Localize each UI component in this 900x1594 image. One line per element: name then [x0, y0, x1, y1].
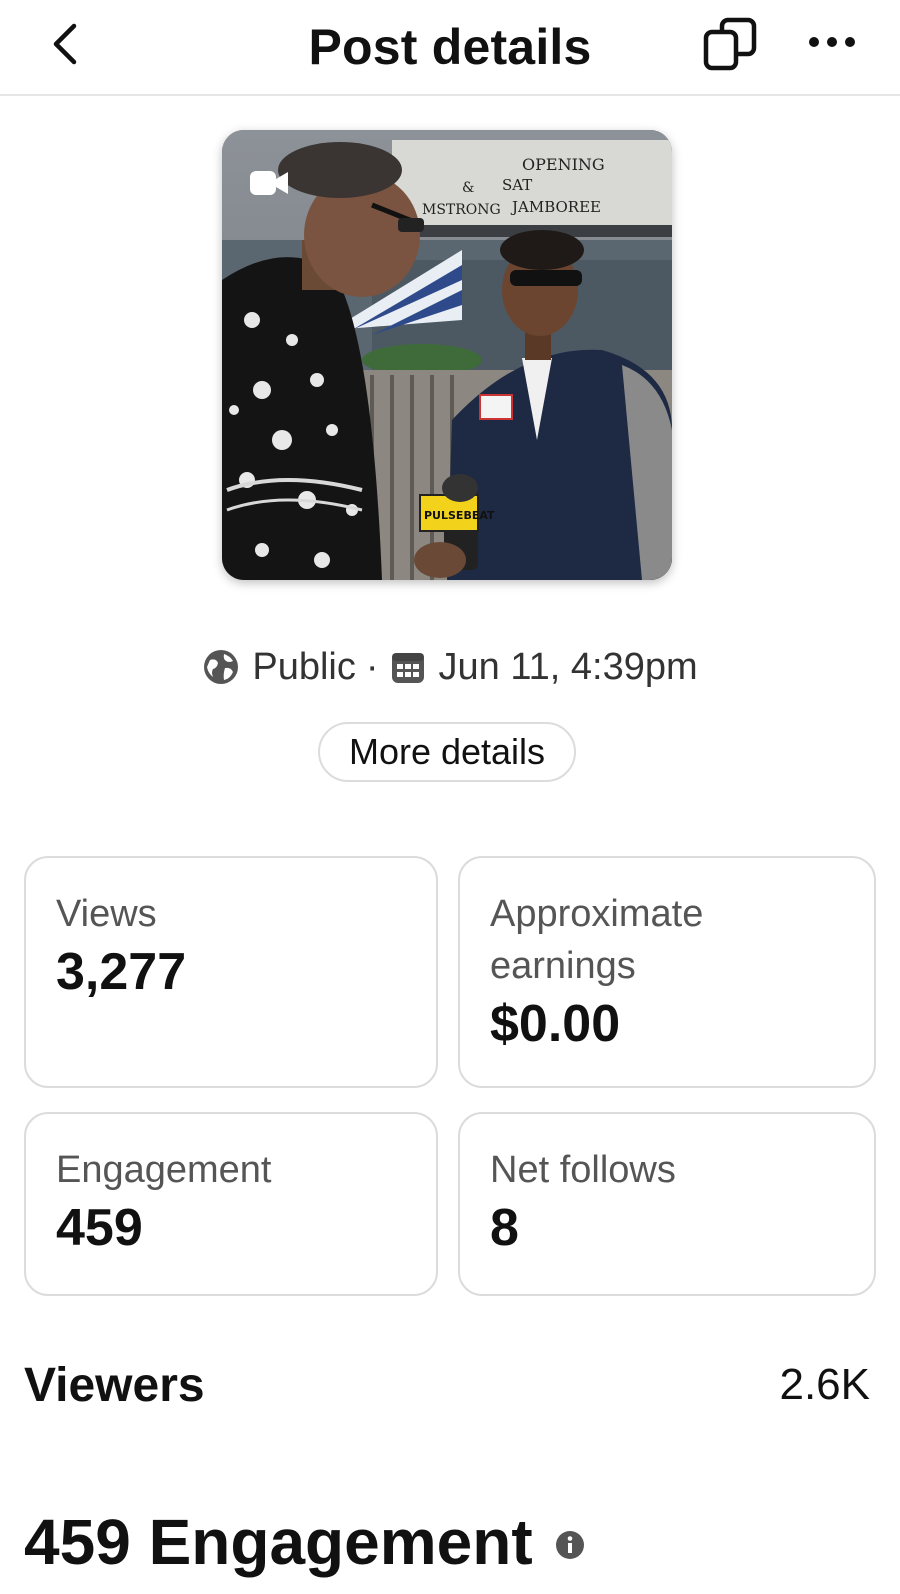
views-card[interactable]: Views 3,277 — [24, 856, 438, 1088]
engagement-value: 459 — [56, 1199, 143, 1257]
mic-flag-text: PULSEBEAT — [424, 509, 495, 522]
earnings-card[interactable]: Approximate earnings $0.00 — [458, 856, 876, 1088]
calendar-icon — [391, 653, 424, 683]
post-thumbnail[interactable]: OPENING & SAT MSTRONG JAMBOREE PULSEBEAT — [222, 130, 672, 580]
post-meta: Public · Jun 11, 4:39pm — [0, 640, 900, 694]
sign-text-sat: SAT — [502, 176, 532, 194]
sign-text-jamboree: JAMBOREE — [510, 198, 601, 216]
engagement-card[interactable]: Engagement 459 — [24, 1112, 438, 1296]
copy-button[interactable] — [700, 14, 760, 74]
meta-separator: · — [365, 645, 379, 688]
engagement-section-text: 459 Engagement — [24, 1506, 533, 1578]
more-details-button[interactable]: More details — [318, 722, 576, 782]
earnings-value: $0.00 — [490, 995, 621, 1053]
more-options-button[interactable] — [806, 22, 862, 62]
net-follows-label: Net follows — [490, 1149, 676, 1191]
sign-text-opening: OPENING — [522, 155, 605, 174]
engagement-label: Engagement — [56, 1149, 272, 1191]
post-date: Jun 11, 4:39pm — [438, 645, 698, 688]
views-value: 3,277 — [56, 943, 187, 1001]
top-bar: Post details — [0, 0, 900, 96]
sign-text-ampersand: & — [462, 180, 474, 196]
net-follows-value: 8 — [490, 1199, 519, 1257]
earnings-label-line1: Approximate — [490, 893, 704, 935]
net-follows-card[interactable]: Net follows 8 — [458, 1112, 876, 1296]
viewers-label: Viewers — [24, 1359, 205, 1412]
info-icon[interactable] — [555, 1530, 585, 1560]
sign-text-mstrong: MSTRONG — [422, 202, 501, 218]
engagement-section-title: 459 Engagement — [24, 1505, 585, 1579]
viewers-value: 2.6K — [779, 1360, 870, 1409]
audience-label: Public — [252, 645, 356, 688]
more-horizontal-icon — [809, 37, 855, 47]
globe-icon — [204, 650, 239, 684]
video-camera-icon — [250, 171, 288, 195]
copy-icon — [703, 17, 757, 71]
page-title: Post details — [308, 19, 592, 75]
views-label: Views — [56, 893, 157, 935]
earnings-label-line2: earnings — [490, 945, 636, 987]
